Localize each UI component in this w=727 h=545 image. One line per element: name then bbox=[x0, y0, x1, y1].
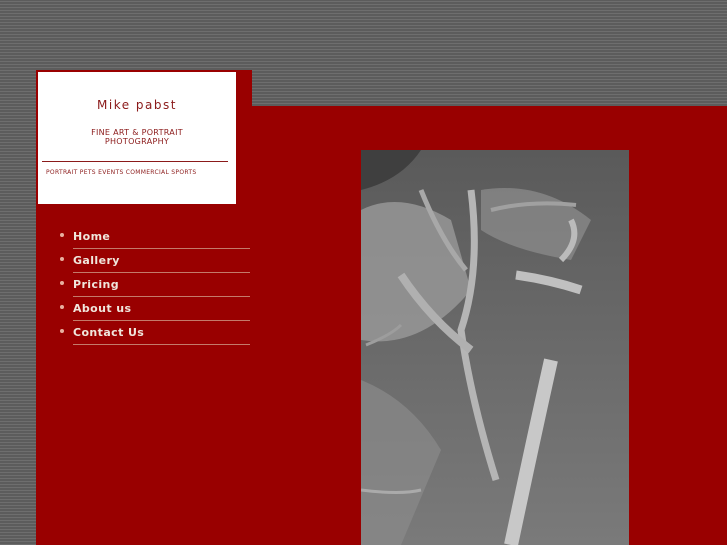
subtitle-line-2: PHOTOGRAPHY bbox=[104, 137, 170, 146]
bullet-icon bbox=[60, 233, 64, 237]
site-title: Mike pabst bbox=[97, 98, 177, 112]
main-nav: Home Gallery Pricing About us Contact Us bbox=[58, 226, 250, 346]
site-subtitle: FINE ART & PORTRAIT PHOTOGRAPHY bbox=[38, 128, 236, 146]
nav-item-pricing[interactable]: Pricing bbox=[60, 274, 250, 297]
nav-label-pricing[interactable]: Pricing bbox=[73, 278, 119, 291]
nav-label-gallery[interactable]: Gallery bbox=[73, 254, 120, 267]
nav-label-contact[interactable]: Contact Us bbox=[73, 326, 144, 339]
nav-item-contact[interactable]: Contact Us bbox=[60, 322, 250, 345]
logo-box[interactable]: Mike pabst FINE ART & PORTRAIT PHOTOGRAP… bbox=[38, 72, 236, 204]
bullet-icon bbox=[60, 281, 64, 285]
logo-categories: PORTRAIT PETS EVENTS COMMERCIAL SPORTS bbox=[46, 169, 197, 176]
bullet-icon bbox=[60, 257, 64, 261]
nav-item-gallery[interactable]: Gallery bbox=[60, 250, 250, 273]
nav-label-home[interactable]: Home bbox=[73, 230, 110, 243]
nav-label-about[interactable]: About us bbox=[73, 302, 131, 315]
subtitle-line-1: FINE ART & PORTRAIT bbox=[91, 128, 183, 137]
featured-photo bbox=[361, 150, 629, 545]
nav-item-home[interactable]: Home bbox=[60, 226, 250, 249]
logo-divider bbox=[42, 161, 228, 162]
bullet-icon bbox=[60, 329, 64, 333]
bullet-icon bbox=[60, 305, 64, 309]
nav-item-about[interactable]: About us bbox=[60, 298, 250, 321]
tree-roots-image bbox=[361, 150, 629, 545]
